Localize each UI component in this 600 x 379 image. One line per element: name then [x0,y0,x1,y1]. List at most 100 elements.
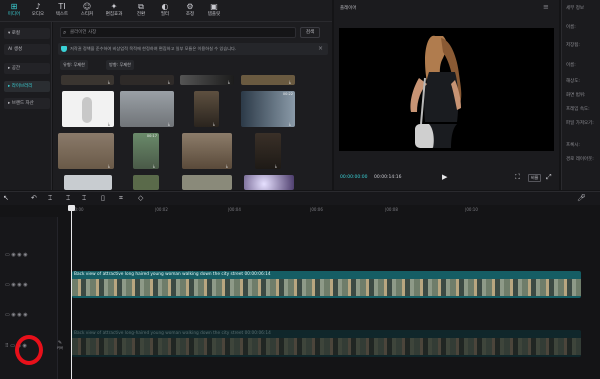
track-controls-icon[interactable]: ▭ ◉ ◉ ◉ [5,252,28,258]
video-clip-main-track[interactable]: Back view of attractive long-haired youn… [72,330,581,357]
download-icon: ⤓ [108,121,110,126]
undo-icon[interactable]: ↶ [31,193,37,203]
nav-item-space[interactable]: ▸ 공간 [4,63,50,74]
tool-adjust[interactable]: ⚙ 조정 [179,2,201,21]
filter-type[interactable]: 유형: 무제한 [60,60,89,70]
media-thumbnail[interactable]: ⤓ [182,133,232,169]
clip-filmstrip [72,338,581,355]
shield-icon[interactable]: ◇ [138,193,143,203]
detail-label: 화면 범위: [566,93,586,98]
media-thumbnail[interactable]: ⤓ [58,133,114,169]
adjust-icon: ⚙ [186,2,194,11]
nav-item-ai[interactable]: AI 생성 [4,44,50,55]
media-thumbnail[interactable] [133,175,159,190]
video-clip[interactable]: Back view of attractive long haired youn… [72,271,581,298]
download-icon: ⤓ [168,79,170,84]
microphone-icon[interactable]: 🎤︎ [577,193,586,203]
download-icon: ⤓ [289,79,291,84]
close-icon[interactable]: × [318,43,323,55]
clip-filmstrip [72,279,581,296]
ruler-tick: |00:02 [155,207,168,212]
detail-label: 저장됨: [566,43,580,48]
media-thumbnail[interactable]: 00:22 ⤓ [241,91,295,127]
highlight-circle [15,335,43,365]
tool-text[interactable]: TI 텍스트 [51,2,73,21]
track-controls-icon[interactable]: ▭ ◉ ◉ ◉ [5,282,28,288]
download-icon: ⤓ [153,163,155,168]
ratio-button[interactable]: 비율 [528,174,542,182]
detail-label: 경로 레이아웃: [566,157,594,162]
detail-label: 이름: [566,25,576,30]
tool-sticker[interactable]: ☺ 스티커 [76,2,98,21]
media-thumbnail[interactable]: ⤓ [241,75,295,85]
tool-filter[interactable]: ◐ 필터 [154,2,176,21]
download-icon: ⤓ [108,79,110,84]
fullscreen-icon[interactable]: ⤢ [546,173,552,182]
nav-item-library[interactable]: ▸ 라이브러리 [4,81,50,92]
search-placeholder: 클라이언 사장 [70,30,97,35]
media-thumbnail[interactable] [244,175,294,190]
detail-label: 파일 가져오기: [566,121,594,126]
text-icon: TI [58,2,66,11]
media-thumbnail[interactable]: ⤓ [194,91,219,127]
crop-icon[interactable]: ⌗ [119,193,123,203]
download-icon: ⤓ [108,163,110,168]
download-icon: ⤓ [275,163,277,168]
tool-template[interactable]: ▣ 템플릿 [203,2,225,21]
media-thumbnail[interactable]: ⤓ [120,75,174,85]
split-icon[interactable]: ⌶ [48,193,52,203]
copyright-notice: 저작권 정책을 준수하여 비상업적 목적에 한정하여 편집하고 일부 모듈은 이… [58,43,328,55]
tool-transition[interactable]: ⧉ 전환 [130,2,152,21]
play-button[interactable]: ▶ [442,173,447,181]
fit-view-icon[interactable]: ⛶ [515,173,520,182]
download-icon: ⤓ [168,121,170,126]
select-tool-icon[interactable]: ↖ [3,193,9,203]
filter-orientation[interactable]: 방향: 무제한 [106,60,135,70]
nav-item-local[interactable]: ▾ 로컬 [4,28,50,39]
media-thumbnail[interactable] [64,175,112,190]
duration-label: 00:22 [282,92,293,96]
tool-effects[interactable]: ✦ 편집효과 [103,2,125,21]
time-ruler[interactable] [60,205,600,217]
ruler-tick: |00:04 [228,207,241,212]
media-icon: ⊞ [10,2,18,11]
tool-audio[interactable]: ♪ 오디오 [27,2,49,21]
nav-item-brand[interactable]: ▸ 브랜드 자산 [4,98,50,109]
current-timecode: 00:00:00:00 [340,175,368,180]
total-timecode: 00:00:14:16 [374,175,402,180]
shield-icon [61,46,67,52]
playhead[interactable] [71,205,72,379]
template-icon: ▣ [210,2,218,11]
menu-icon[interactable]: ≡ [543,3,549,11]
preview-frame [410,35,462,148]
ruler-tick: |00:08 [385,207,398,212]
detail-label: 이름: [566,63,576,68]
download-icon: ⤓ [213,121,215,126]
transition-icon: ⧉ [138,2,144,11]
effects-icon: ✦ [110,2,118,11]
search-icon: ⌕ [63,29,67,36]
media-thumbnail[interactable]: ⤓ [62,91,114,127]
track-controls-icon[interactable]: ▭ ◉ ◉ ◉ [5,312,28,318]
media-thumbnail[interactable]: ⤓ [255,133,281,169]
detail-label: 해상도: [566,79,580,84]
ruler-tick: |00:10 [465,207,478,212]
tool-media[interactable]: ⊞ 미디어 [3,2,25,21]
media-thumbnail[interactable]: 00:17 ⤓ [133,133,159,169]
preview-screen[interactable] [339,28,554,151]
split-right-icon[interactable]: ⌶ [82,193,86,203]
download-icon: ⤓ [289,121,291,126]
media-thumbnail[interactable]: ⤓ [180,75,234,85]
cover-button[interactable]: ✎ 커버 [55,341,65,351]
media-thumbnail[interactable]: ⤓ [61,75,114,85]
playhead-handle[interactable] [68,205,75,211]
split-left-icon[interactable]: ⌶ [66,193,70,203]
details-header: 세부 정보 [566,6,584,11]
detail-label: 프록시: [566,143,580,148]
delete-icon[interactable]: ▯ [101,193,105,203]
media-thumbnail[interactable] [182,175,232,190]
media-thumbnail[interactable]: ⤓ [120,91,174,127]
ruler-tick: |00:06 [310,207,323,212]
search-button[interactable]: 검색 [300,27,320,38]
detail-label: 프레임 속도: [566,107,590,112]
